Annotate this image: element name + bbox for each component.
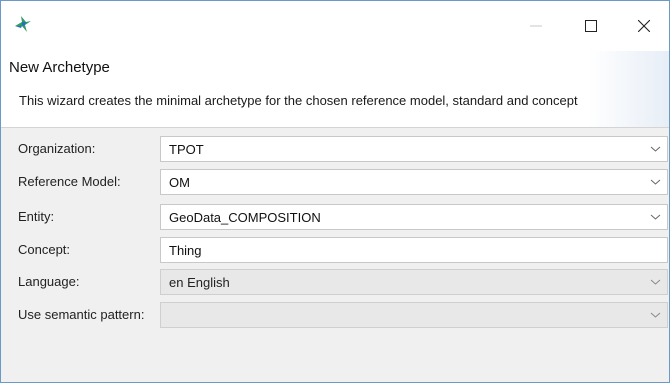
maximize-button[interactable] bbox=[576, 15, 606, 37]
chevron-down-icon bbox=[650, 312, 661, 318]
minimize-button[interactable] bbox=[521, 15, 551, 37]
entity-row: Entity: GeoData_COMPOSITION bbox=[1, 204, 669, 232]
close-icon bbox=[638, 20, 650, 32]
wizard-header: New Archetype This wizard creates the mi… bbox=[1, 51, 669, 128]
concept-input[interactable]: Thing bbox=[160, 237, 668, 263]
new-archetype-dialog: New Archetype This wizard creates the mi… bbox=[0, 0, 670, 383]
concept-value: Thing bbox=[169, 243, 202, 258]
organization-label: Organization: bbox=[18, 141, 96, 156]
organization-value: TPOT bbox=[169, 142, 204, 157]
header-banner-decoration bbox=[589, 51, 669, 127]
wizard-title: New Archetype bbox=[9, 59, 110, 76]
language-combo[interactable]: en English bbox=[160, 269, 668, 295]
organization-row: Organization: TPOT bbox=[1, 136, 669, 164]
reference-model-value: OM bbox=[169, 175, 190, 190]
reference-model-combo[interactable]: OM bbox=[160, 169, 668, 195]
archetype-editor-icon bbox=[15, 16, 31, 32]
reference-model-label: Reference Model: bbox=[18, 174, 121, 189]
chevron-down-icon bbox=[650, 179, 661, 185]
minimize-icon bbox=[530, 25, 542, 27]
concept-row: Concept: Thing bbox=[1, 237, 669, 265]
language-row: Language: en English bbox=[1, 269, 669, 297]
semantic-pattern-row: Use semantic pattern: bbox=[1, 302, 669, 330]
close-button[interactable] bbox=[629, 15, 659, 37]
language-value: en English bbox=[169, 275, 230, 290]
semantic-pattern-combo[interactable] bbox=[160, 302, 668, 328]
chevron-down-icon bbox=[650, 279, 661, 285]
entity-value: GeoData_COMPOSITION bbox=[169, 210, 321, 225]
chevron-down-icon bbox=[650, 214, 661, 220]
organization-combo[interactable]: TPOT bbox=[160, 136, 668, 162]
reference-model-row: Reference Model: OM bbox=[1, 169, 669, 197]
maximize-icon bbox=[585, 20, 597, 32]
title-bar bbox=[1, 1, 669, 51]
semantic-pattern-label: Use semantic pattern: bbox=[18, 307, 145, 322]
entity-label: Entity: bbox=[18, 209, 55, 224]
entity-combo[interactable]: GeoData_COMPOSITION bbox=[160, 204, 668, 230]
wizard-description: This wizard creates the minimal archetyp… bbox=[19, 93, 578, 108]
chevron-down-icon bbox=[650, 146, 661, 152]
concept-label: Concept: bbox=[18, 242, 71, 257]
archetype-form: Organization: TPOT Reference Model: OM E… bbox=[1, 128, 669, 382]
language-label: Language: bbox=[18, 274, 80, 289]
